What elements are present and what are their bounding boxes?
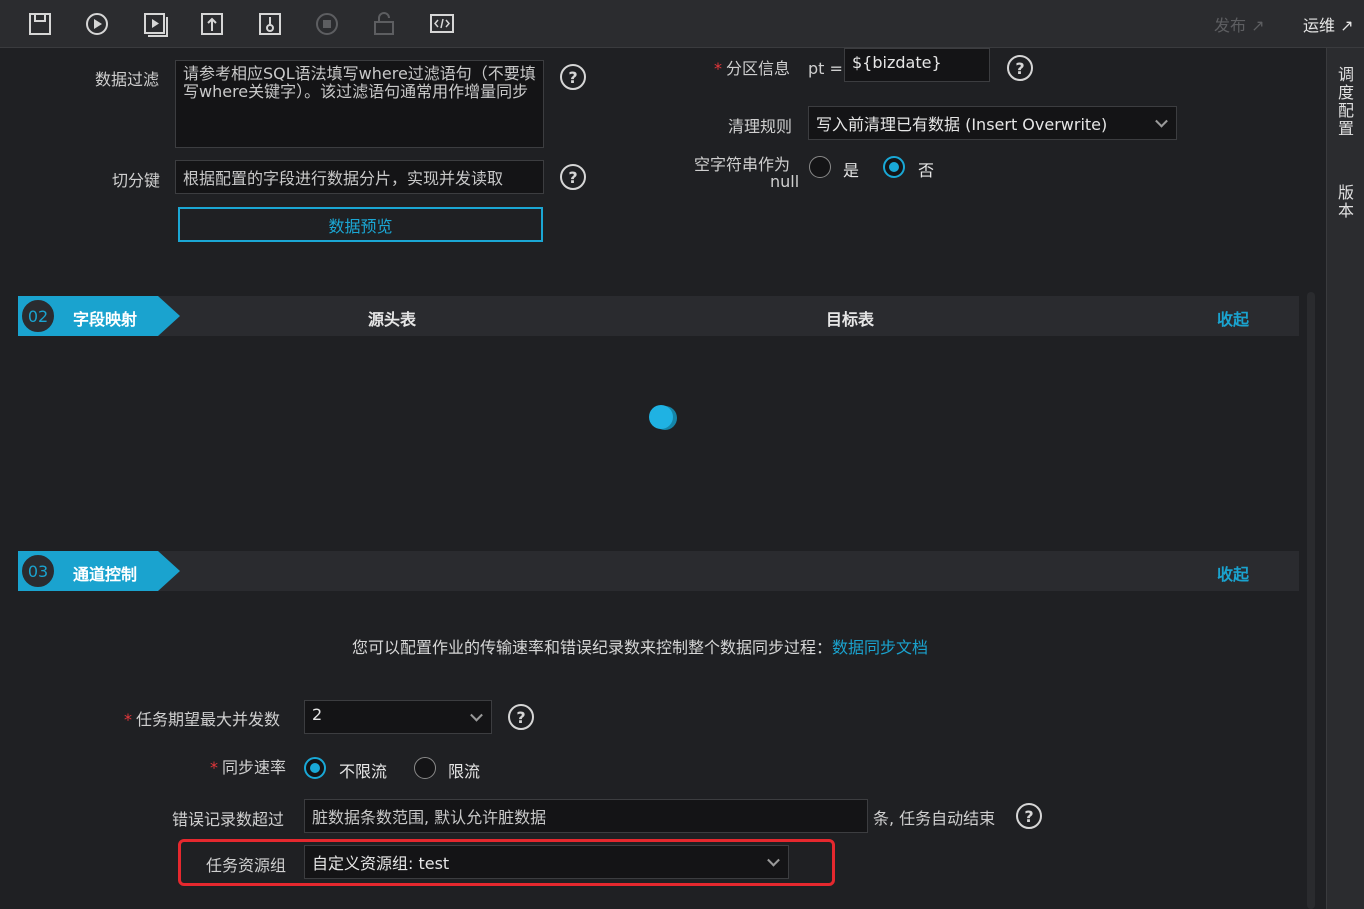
submit-icon[interactable] <box>197 9 227 39</box>
error-limit-input[interactable]: 脏数据条数范围, 默认允许脏数据 <box>304 799 868 833</box>
rate-unlimited-radio[interactable] <box>304 757 326 779</box>
chevron-down-icon <box>470 708 483 722</box>
error-limit-label: 错误记录数超过 <box>172 810 285 829</box>
scrollbar[interactable] <box>1307 292 1315 909</box>
error-limit-suffix: 条, 任务自动结束 <box>873 809 996 828</box>
filter-help-icon[interactable]: ? <box>560 64 586 90</box>
stop-icon[interactable] <box>312 9 342 39</box>
rate-limited-label: 限流 <box>448 762 481 781</box>
null-yes-radio[interactable] <box>809 156 831 178</box>
partition-label: * 分区信息 <box>714 59 791 78</box>
publish-button[interactable]: 发布 ↗ <box>1214 12 1265 36</box>
filter-label: 数据过滤 <box>95 70 160 89</box>
code-icon[interactable] <box>427 9 457 39</box>
lock-icon[interactable] <box>369 9 399 39</box>
null-label-line2: null <box>770 172 800 191</box>
partition-help-icon[interactable]: ? <box>1007 55 1033 81</box>
right-sidebar: 调度配置 版本 <box>1326 48 1364 909</box>
partition-prefix: pt = <box>808 59 843 78</box>
collapse-link[interactable]: 收起 <box>1217 306 1249 330</box>
version-tab[interactable]: 版本 <box>1337 184 1355 220</box>
toolbar: 发布 ↗ 运维 ↗ <box>0 0 1364 48</box>
sync-doc-link[interactable]: 数据同步文档 <box>832 638 928 657</box>
channel-info-text: 您可以配置作业的传输速率和错误纪录数来控制整个数据同步过程： <box>352 638 833 657</box>
mapping-section-header: 02 字段映射 源头表 目标表 收起 <box>18 296 1299 336</box>
rate-limited-radio[interactable] <box>414 757 436 779</box>
clean-rule-select[interactable]: 写入前清理已有数据 (Insert Overwrite) <box>808 106 1177 140</box>
loading-spinner-icon <box>649 405 677 430</box>
target-table-header: 目标表 <box>826 310 875 329</box>
null-no-radio[interactable] <box>883 156 905 178</box>
filter-textarea[interactable]: 请参考相应SQL语法填写where过滤语句（不要填写where关键字）。该过滤语… <box>175 60 544 148</box>
rate-unlimited-label: 不限流 <box>339 762 388 781</box>
split-key-label: 切分键 <box>112 171 161 190</box>
clean-rule-label: 清理规则 <box>728 117 793 136</box>
null-no-label: 否 <box>918 161 935 180</box>
highlight-box <box>178 839 835 886</box>
section-title: 字段映射 <box>73 310 138 329</box>
collapse-link[interactable]: 收起 <box>1217 561 1249 585</box>
concurrency-select[interactable]: 2 <box>304 700 492 734</box>
concurrency-value: 2 <box>312 705 323 724</box>
deploy-icon[interactable] <box>255 9 285 39</box>
section-number: 02 <box>20 298 56 334</box>
run-icon[interactable] <box>82 9 112 39</box>
clean-rule-value: 写入前清理已有数据 (Insert Overwrite) <box>816 115 1108 134</box>
concurrency-help-icon[interactable]: ? <box>508 704 534 730</box>
null-yes-label: 是 <box>843 161 860 180</box>
split-key-input[interactable]: 根据配置的字段进行数据分片，实现并发读取 <box>175 160 544 194</box>
partition-input[interactable]: ${bizdate} <box>844 48 990 82</box>
channel-info: 您可以配置作业的传输速率和错误纪录数来控制整个数据同步过程：数据同步文档 <box>352 634 928 658</box>
chevron-down-icon <box>1155 114 1168 128</box>
ops-button[interactable]: 运维 ↗ <box>1303 12 1354 36</box>
sync-rate-label: * 同步速率 <box>210 758 287 777</box>
data-preview-button[interactable]: 数据预览 <box>178 207 543 242</box>
error-limit-help-icon[interactable]: ? <box>1016 803 1042 829</box>
section-title: 通道控制 <box>73 565 138 584</box>
source-table-header: 源头表 <box>368 310 417 329</box>
channel-section-header: 03 通道控制 收起 <box>18 551 1299 591</box>
concurrency-label: * 任务期望最大并发数 <box>124 710 281 729</box>
split-key-help-icon[interactable]: ? <box>560 164 586 190</box>
schedule-config-tab[interactable]: 调度配置 <box>1337 66 1355 138</box>
run-params-icon[interactable] <box>140 9 170 39</box>
save-icon[interactable] <box>25 9 55 39</box>
section-number: 03 <box>20 553 56 589</box>
